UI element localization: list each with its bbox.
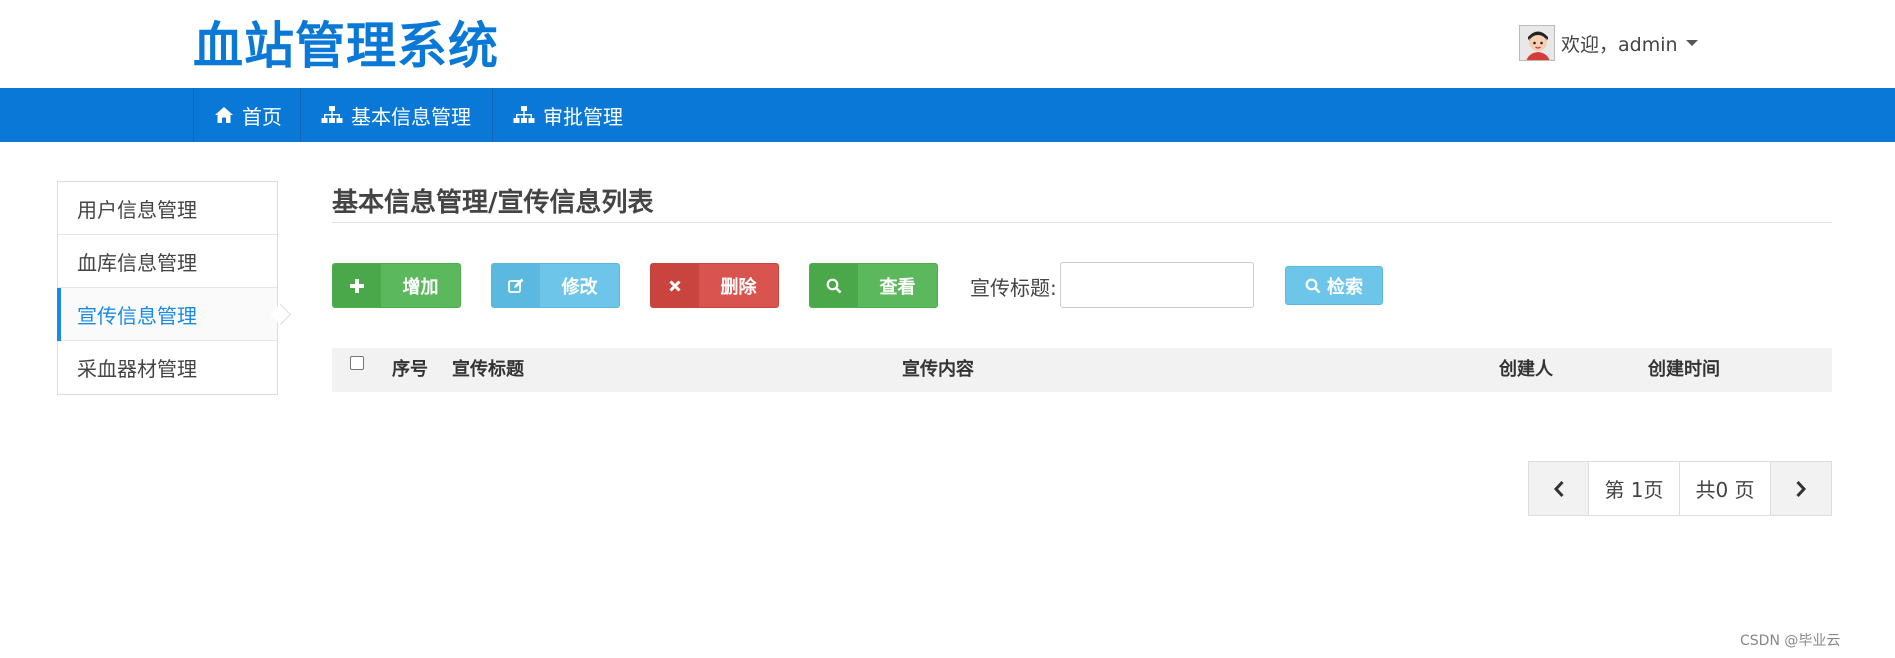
- column-header-content[interactable]: 宣传内容: [902, 348, 974, 392]
- nav-item-label: 首页: [242, 104, 282, 129]
- user-menu[interactable]: 欢迎，admin: [1519, 25, 1698, 61]
- sidebar-item-label: 血库信息管理: [77, 250, 197, 275]
- view-button-label: 查看: [879, 276, 916, 298]
- sidebar-item-label: 采血器材管理: [77, 357, 197, 381]
- sidebar-item-blood-bank[interactable]: 血库信息管理: [58, 235, 277, 288]
- nav-item-approval[interactable]: 审批管理: [492, 88, 642, 142]
- nav-item-basic-info[interactable]: 基本信息管理: [300, 88, 492, 142]
- sitemap-icon: [321, 106, 343, 123]
- close-icon: [651, 264, 699, 307]
- column-header-index[interactable]: 序号: [392, 348, 428, 392]
- page-title: 基本信息管理/宣传信息列表: [332, 188, 654, 218]
- user-avatar[interactable]: [1519, 25, 1555, 61]
- column-header-created-time[interactable]: 创建时间: [1648, 348, 1720, 392]
- avatar-icon: [1520, 26, 1554, 60]
- main-navbar: 首页 基本信息管理 审批管理: [0, 88, 1895, 142]
- search-icon: [810, 264, 858, 307]
- delete-button[interactable]: 删除: [650, 263, 779, 308]
- title-divider: [332, 222, 1832, 223]
- app-header: 血站管理系统 欢迎，admin: [0, 0, 1895, 88]
- add-button[interactable]: 增加: [332, 263, 461, 308]
- edit-icon: [492, 264, 540, 307]
- column-header-title[interactable]: 宣传标题: [452, 348, 524, 392]
- next-page-button[interactable]: [1771, 462, 1831, 515]
- pagination: 第 1页 共0 页: [1528, 461, 1832, 516]
- search-title-input[interactable]: [1060, 262, 1254, 308]
- plus-icon: [333, 264, 381, 307]
- sidebar-item-label: 宣传信息管理: [77, 303, 197, 328]
- nav-item-home[interactable]: 首页: [193, 88, 300, 142]
- add-button-label: 增加: [402, 276, 439, 298]
- edit-button[interactable]: 修改: [491, 263, 620, 308]
- nav-item-label: 审批管理: [543, 104, 623, 129]
- sidebar-item-label: 用户信息管理: [77, 197, 197, 222]
- delete-button-label: 删除: [720, 276, 757, 298]
- column-header-creator[interactable]: 创建人: [1499, 348, 1553, 392]
- welcome-text: 欢迎，admin: [1561, 33, 1678, 56]
- sidebar-item-equipment[interactable]: 采血器材管理: [58, 341, 277, 394]
- total-pages: 共0 页: [1680, 462, 1771, 515]
- current-page: 第 1页: [1589, 462, 1680, 515]
- sidebar-item-user-info[interactable]: 用户信息管理: [58, 182, 277, 235]
- sitemap-icon: [513, 106, 535, 123]
- search-button[interactable]: 检索: [1285, 266, 1383, 305]
- home-icon: [215, 107, 233, 123]
- search-icon: [1305, 278, 1321, 293]
- nav-item-label: 基本信息管理: [351, 104, 471, 129]
- edit-button-label: 修改: [561, 276, 598, 298]
- sidebar: 用户信息管理 血库信息管理 宣传信息管理 采血器材管理: [57, 181, 278, 395]
- search-button-label: 检索: [1327, 276, 1363, 298]
- select-all-checkbox[interactable]: [350, 356, 364, 370]
- chevron-right-icon: [1796, 480, 1807, 497]
- table-header: 序号 宣传标题 宣传内容 创建人 创建时间: [332, 348, 1832, 392]
- prev-page-button[interactable]: [1529, 462, 1589, 515]
- view-button[interactable]: 查看: [809, 263, 938, 308]
- sidebar-item-promotion[interactable]: 宣传信息管理: [57, 288, 277, 341]
- search-label: 宣传标题:: [970, 276, 1057, 300]
- watermark: CSDN @毕业云: [1740, 633, 1841, 649]
- app-logo[interactable]: 血站管理系统: [193, 14, 499, 78]
- caret-down-icon: [1685, 40, 1698, 46]
- chevron-left-icon: [1553, 480, 1564, 497]
